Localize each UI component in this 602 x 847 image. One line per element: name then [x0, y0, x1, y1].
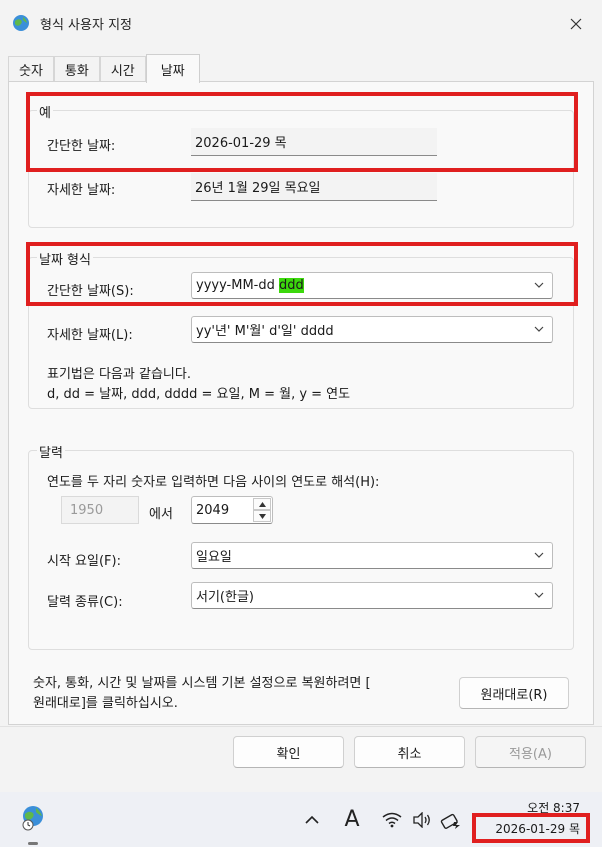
caret-down-icon — [258, 513, 266, 519]
tab-numbers[interactable]: 숫자 — [8, 56, 54, 82]
calendar-type-label: 달력 종류(C): — [47, 595, 123, 610]
between-label: 에서 — [149, 507, 173, 522]
date-format-legend: 날짜 형식 — [37, 249, 93, 268]
first-day-combo[interactable]: 일요일 — [191, 542, 553, 569]
long-date-format-label: 자세한 날짜(L): — [47, 328, 133, 343]
reset-button[interactable]: 원래대로(R) — [459, 677, 569, 709]
example-short-date-label: 간단한 날짜: — [47, 139, 116, 154]
taskbar-clock-time[interactable]: 오전 8:37 — [527, 799, 580, 816]
ok-button-label: 확인 — [276, 746, 301, 762]
window-title: 형식 사용자 지정 — [40, 18, 132, 33]
close-button[interactable] — [564, 12, 588, 36]
date-format-group: 날짜 형식 간단한 날짜(S): yyyy-MM-dd ddd 자세한 날짜(L… — [28, 249, 574, 409]
chevron-down-icon — [534, 326, 544, 332]
example-legend: 예 — [37, 102, 53, 121]
chevron-up-icon — [305, 815, 319, 824]
two-digit-year-to-spinner[interactable]: 2049 — [191, 496, 273, 524]
chevron-down-icon — [534, 282, 544, 288]
speaker-icon — [413, 812, 430, 828]
calendar-group: 달력 연도를 두 자리 숫자로 입력하면 다음 사이의 연도로 해석(H): 1… — [28, 442, 574, 650]
wifi-icon-glyph — [382, 812, 402, 828]
long-date-format-combo[interactable]: yy'년' M'월' d'일' dddd — [191, 316, 553, 343]
ime-indicator[interactable]: A — [339, 804, 365, 834]
tab-label: 날짜 — [160, 63, 185, 79]
globe-clock-icon — [22, 806, 43, 831]
spin-down-button[interactable] — [253, 510, 271, 522]
short-date-format-text: yyyy-MM-dd — [196, 278, 279, 293]
caret-up-icon — [258, 501, 266, 507]
battery-charging-icon — [440, 813, 460, 829]
ime-indicator-text: A — [344, 806, 360, 832]
cancel-button-label: 취소 — [397, 746, 422, 762]
spinner-buttons — [253, 498, 271, 522]
chevron-down-icon — [534, 552, 544, 558]
show-hidden-icons-button[interactable] — [300, 808, 324, 832]
apply-button-label: 적용(A) — [509, 746, 552, 762]
tab-label: 숫자 — [19, 64, 43, 79]
example-short-date-value: 2026-01-29 목 — [191, 128, 437, 156]
tab-strip: 숫자 통화 시간 날짜 — [8, 54, 200, 83]
customize-format-dialog: 형식 사용자 지정 숫자 통화 시간 날짜 예 간단한 날짜: 2026-01-… — [0, 0, 602, 792]
from-year-text: 1950 — [70, 502, 104, 518]
example-long-date-value: 26년 1월 29일 목요일 — [191, 173, 437, 201]
to-year-text[interactable]: 2049 — [196, 503, 229, 518]
date-tab-panel: 예 간단한 날짜: 2026-01-29 목 자세한 날짜: 26년 1월 29… — [8, 81, 594, 725]
two-digit-year-label: 연도를 두 자리 숫자로 입력하면 다음 사이의 연도로 해석(H): — [47, 475, 380, 490]
dialog-button-bar: 확인 취소 적용(A) — [0, 726, 602, 792]
title-bar: 형식 사용자 지정 — [0, 0, 602, 48]
short-date-format-combo[interactable]: yyyy-MM-dd ddd — [191, 272, 553, 299]
example-long-date-label: 자세한 날짜: — [47, 183, 116, 198]
volume-icon[interactable] — [410, 808, 434, 832]
apply-button: 적용(A) — [475, 736, 586, 768]
example-short-date-text: 2026-01-29 목 — [195, 136, 287, 151]
notation-text: d, dd = 날짜, ddd, dddd = 요일, M = 월, y = 연… — [47, 387, 351, 402]
taskbar: A 오전 8:37 2026-01-29 목 — [0, 792, 602, 847]
globe-clock-icon — [13, 15, 29, 31]
wifi-icon[interactable] — [380, 808, 404, 832]
reset-button-label: 원래대로(R) — [480, 687, 548, 703]
tab-currency[interactable]: 통화 — [53, 56, 100, 82]
tab-date[interactable]: 날짜 — [145, 54, 200, 83]
tab-label: 통화 — [64, 64, 89, 79]
calendar-type-combo[interactable]: 서기(한글) — [191, 582, 553, 609]
reset-note-line1: 숫자, 통화, 시간 및 날짜를 시스템 기본 설정으로 복원하려면 [ — [33, 676, 371, 691]
calendar-type-text: 서기(한글) — [196, 590, 254, 605]
short-date-format-selection: ddd — [279, 278, 304, 293]
reset-note-line2: 원래대로]를 클릭하십시오. — [33, 696, 178, 711]
close-icon — [570, 18, 582, 30]
cancel-button[interactable]: 취소 — [354, 736, 465, 768]
taskbar-app-button[interactable] — [18, 802, 48, 836]
taskbar-clock-date[interactable]: 2026-01-29 목 — [495, 820, 580, 837]
example-long-date-text: 26년 1월 29일 목요일 — [195, 181, 321, 196]
ok-button[interactable]: 확인 — [233, 736, 344, 768]
notation-title: 표기법은 다음과 같습니다. — [47, 367, 191, 382]
calendar-legend: 달력 — [37, 442, 65, 461]
tab-label: 시간 — [110, 64, 135, 79]
short-date-format-label: 간단한 날짜(S): — [47, 284, 134, 299]
first-day-label: 시작 요일(F): — [47, 554, 121, 569]
chevron-down-icon — [534, 592, 544, 598]
tab-time[interactable]: 시간 — [99, 56, 146, 82]
long-date-format-text: yy'년' M'월' d'일' dddd — [196, 324, 334, 339]
active-app-indicator — [28, 842, 38, 845]
example-group: 예 간단한 날짜: 2026-01-29 목 자세한 날짜: 26년 1월 29… — [28, 102, 574, 228]
two-digit-year-from-field: 1950 — [61, 496, 139, 524]
spin-up-button[interactable] — [253, 498, 271, 510]
first-day-text: 일요일 — [196, 550, 232, 565]
battery-icon[interactable] — [438, 808, 464, 832]
